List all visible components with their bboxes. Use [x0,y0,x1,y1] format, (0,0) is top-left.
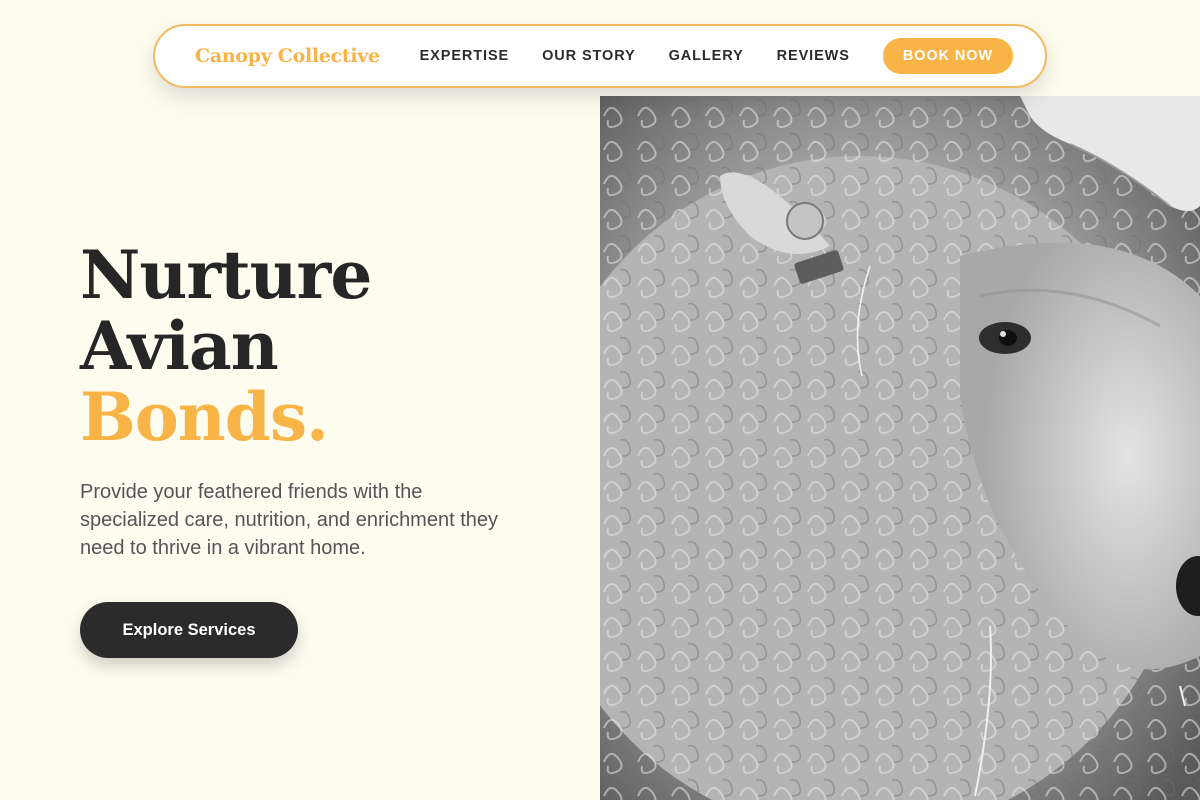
hero-title: Nurture Avian Bonds. [80,236,372,456]
hero-title-line-2: Avian [80,307,279,385]
ear-tag-icon [786,202,824,240]
hero-title-line-1: Nurture [80,236,372,314]
nav-link-gallery[interactable]: GALLERY [669,48,744,64]
nav-link-our-story[interactable]: OUR STORY [542,48,636,64]
main-navbar: Canopy Collective EXPERTISE OUR STORY GA… [153,24,1047,88]
hero-image [600,96,1200,800]
brand-logo[interactable]: Canopy Collective [195,45,380,67]
book-now-button[interactable]: BOOK NOW [882,38,1013,74]
hero-title-line-3: Bonds. [80,378,329,456]
nav-link-reviews[interactable]: REVIEWS [777,48,850,64]
nav-links: EXPERTISE OUR STORY GALLERY REVIEWS BOOK… [420,38,1013,74]
sheep-photo [600,96,1200,800]
nav-link-expertise[interactable]: EXPERTISE [420,48,510,64]
hero-description: Provide your feathered friends with the … [80,481,499,559]
explore-services-button[interactable]: Explore Services [80,602,298,658]
